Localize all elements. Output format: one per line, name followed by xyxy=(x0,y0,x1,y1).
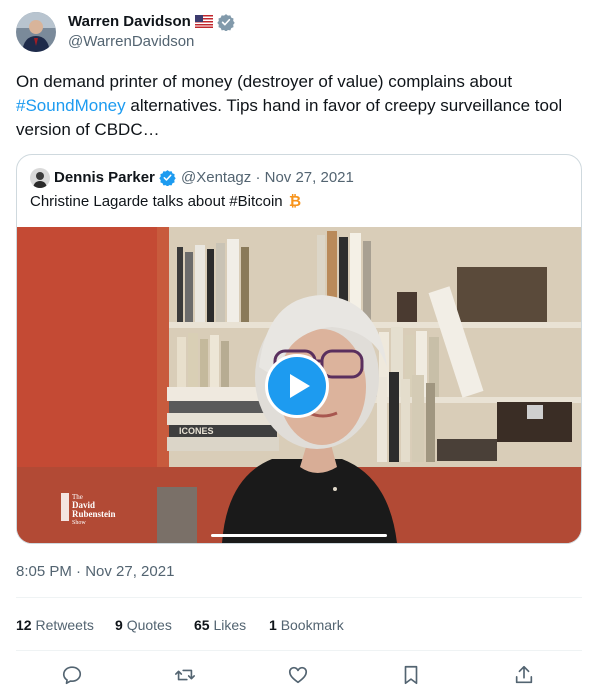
quote-date[interactable]: Nov 27, 2021 xyxy=(265,169,354,186)
likes-stat[interactable]: 65 Likes xyxy=(194,616,246,634)
quote-author-handle[interactable]: @Xentagz xyxy=(181,169,251,186)
bookmarks-count: 1 xyxy=(269,617,277,633)
retweets-label: Retweets xyxy=(35,617,94,633)
likes-count: 65 xyxy=(194,617,210,633)
play-button[interactable] xyxy=(265,354,329,418)
book-spine-label: ICONES xyxy=(179,426,214,436)
retweet-icon xyxy=(175,669,195,681)
likes-label: Likes xyxy=(213,617,247,633)
tweet-timestamp[interactable]: 8:05 PM · Nov 27, 2021 xyxy=(16,563,174,581)
video-progress-bar[interactable] xyxy=(211,534,387,537)
separator-dot: · xyxy=(255,169,261,186)
verified-badge-icon xyxy=(159,169,176,187)
divider xyxy=(16,597,582,598)
bookmarks-label: Bookmark xyxy=(280,617,344,633)
us-flag-icon xyxy=(195,15,213,33)
quote-text-content: Christine Lagarde talks about #Bitcoin xyxy=(30,193,283,210)
reply-icon xyxy=(62,666,82,685)
video-player[interactable]: ICONES The David Rubenstein Show xyxy=(17,227,581,543)
tweet-text-before: On demand printer of money (destroyer of… xyxy=(16,72,513,91)
author-name[interactable]: Warren Davidson xyxy=(68,13,191,31)
share-button[interactable] xyxy=(513,664,535,686)
share-icon xyxy=(515,665,533,684)
quotes-count: 9 xyxy=(115,617,123,633)
quote-author-name[interactable]: Dennis Parker xyxy=(54,169,155,187)
bookmarks-stat[interactable]: 1 Bookmark xyxy=(269,616,344,634)
quote-author-avatar[interactable] xyxy=(30,168,50,188)
divider xyxy=(16,650,582,651)
like-button[interactable] xyxy=(287,664,309,686)
like-icon xyxy=(288,666,308,684)
retweets-count: 12 xyxy=(16,617,32,633)
bookmark-icon xyxy=(404,665,418,685)
bookmark-button[interactable] xyxy=(400,664,422,686)
author-avatar[interactable] xyxy=(16,12,56,52)
bitcoin-icon: ₿ xyxy=(288,193,302,210)
quote-handle-date: @Xentagz · Nov 27, 2021 xyxy=(181,169,354,187)
quotes-label: Quotes xyxy=(126,617,172,633)
logo-line-4: Show xyxy=(72,520,86,526)
tweet-text: On demand printer of money (destroyer of… xyxy=(16,70,576,142)
author-handle[interactable]: @WarrenDavidson xyxy=(68,33,194,51)
logo-line-3: Rubenstein xyxy=(72,509,116,519)
play-icon xyxy=(290,374,310,398)
reply-button[interactable] xyxy=(61,664,83,686)
hashtag-link[interactable]: #SoundMoney xyxy=(16,96,126,115)
verified-badge-icon xyxy=(217,13,235,32)
retweet-button[interactable] xyxy=(174,664,196,686)
retweets-stat[interactable]: 12 Retweets xyxy=(16,616,94,634)
quotes-stat[interactable]: 9 Quotes xyxy=(115,616,172,634)
quoted-tweet-card[interactable]: Dennis Parker @Xentagz · Nov 27, 2021 Ch… xyxy=(16,154,582,544)
quote-text: Christine Lagarde talks about #Bitcoin ₿ xyxy=(30,193,301,211)
